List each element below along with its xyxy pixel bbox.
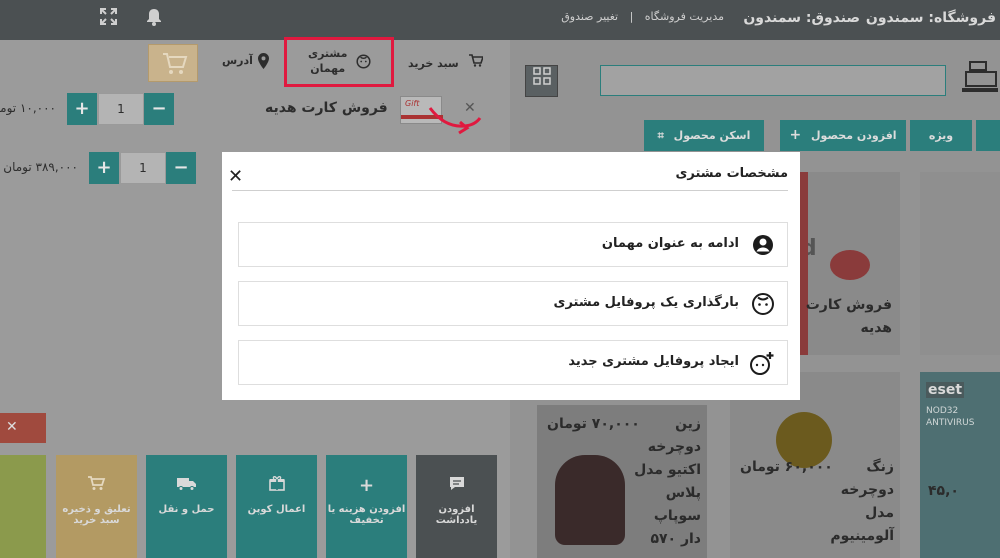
- annotation-arrow: [428, 107, 482, 135]
- brand-sub2: ANTIVIRUS: [926, 418, 975, 428]
- face-icon: [751, 292, 775, 316]
- suspend-save-label: تعلیق و ذخیره سبد خرید: [62, 504, 131, 526]
- product-search-input[interactable]: [600, 65, 946, 96]
- top-bar: فروشگاه: سمندون صندوق: سمندون مدیریت فرو…: [0, 0, 1000, 40]
- link-separator: |: [629, 10, 634, 23]
- fullscreen-icon[interactable]: [100, 8, 117, 29]
- cart-item-name: فروش کارت هدیه: [265, 100, 388, 116]
- till-label: صندوق: سمندون: [743, 10, 860, 26]
- decrease-qty-button[interactable]: −: [166, 152, 196, 184]
- add-fee-discount-button[interactable]: + افزودن هزینه یا تخفیف: [326, 455, 407, 558]
- qr-icon: [532, 67, 551, 89]
- shipping-label: حمل و نقل: [158, 504, 215, 515]
- manage-store-link[interactable]: مدیریت فروشگاه: [645, 10, 724, 23]
- user-icon: [751, 233, 775, 257]
- add-fee-discount-label: افزودن هزینه یا تخفیف: [327, 504, 406, 526]
- suspend-save-cart-button[interactable]: تعلیق و ذخیره سبد خرید: [56, 455, 137, 558]
- product-tile[interactable]: eset NOD32 ANTIVIRUS ۴۵,۰: [920, 372, 1000, 558]
- special-tab-label: ویژه: [928, 129, 954, 142]
- product-price: ۶۰,۰۰۰ تومان: [740, 459, 833, 475]
- product-title: زنگ دوچرخه مدل آلومینیوم: [830, 459, 894, 544]
- decrease-qty-button[interactable]: −: [144, 93, 174, 125]
- apply-coupon-button[interactable]: اعمال کوپن: [236, 455, 317, 558]
- modal-divider: [232, 190, 788, 191]
- brand-sub1: NOD32: [926, 406, 959, 416]
- load-customer-profile-option[interactable]: بارگذاری یک پروفایل مشتری: [238, 281, 788, 326]
- apply-coupon-label: اعمال کوپن: [247, 504, 306, 515]
- customer-details-modal: مشخصات مشتری ✕ ادامه به عنوان مهمان بارگ…: [222, 152, 800, 400]
- plus-icon: +: [358, 475, 375, 496]
- cart-icon: [465, 54, 484, 70]
- change-till-link[interactable]: تغییر صندوق: [561, 10, 618, 23]
- continue-as-guest-option[interactable]: ادامه به عنوان مهمان: [238, 222, 788, 267]
- scan-tab-icon: ⌗: [657, 129, 664, 142]
- product-tile[interactable]: ۷۰,۰۰۰ تومان زین دوچرخه اکتیو مدل پلاس س…: [537, 405, 707, 558]
- cart-button-large[interactable]: [148, 44, 198, 82]
- partial-action-button[interactable]: [0, 455, 46, 558]
- address-tab[interactable]: آدرس: [222, 54, 253, 67]
- tab-add-product[interactable]: افزودن محصول +: [780, 120, 906, 151]
- brand-logo: eset: [926, 382, 965, 398]
- register-icon: [960, 58, 1000, 98]
- truck-icon: [146, 475, 227, 496]
- barcode-scan-button[interactable]: [525, 65, 558, 97]
- gift-thumb-text: Gift: [405, 99, 420, 108]
- bell-icon[interactable]: [146, 8, 162, 30]
- add-note-label: افزودن یادداشت: [435, 504, 478, 526]
- bow-image: [830, 250, 870, 280]
- customer-highlight-box: [284, 37, 394, 87]
- product-price: ۴۵,۰: [928, 483, 959, 499]
- plus-icon: +: [789, 127, 802, 143]
- qty-field[interactable]: 1: [98, 93, 144, 125]
- increase-qty-button[interactable]: +: [89, 152, 119, 184]
- store-label: فروشگاه: سمندون: [865, 10, 996, 26]
- close-icon[interactable]: ✕: [228, 166, 243, 187]
- product-title: زین دوچرخه اکتیو مدل پلاس سوپاپ دار ۵۷۰: [634, 416, 701, 547]
- load-customer-profile-label: بارگذاری یک پروفایل مشتری: [553, 295, 739, 310]
- top-links: مدیریت فروشگاه | تغییر صندوق: [557, 10, 728, 23]
- qty-field[interactable]: 1: [120, 152, 166, 184]
- location-pin-icon: [258, 53, 269, 73]
- shipping-button[interactable]: حمل و نقل: [146, 455, 227, 558]
- address-tab-label: آدرس: [222, 54, 253, 67]
- clear-cart-button[interactable]: ✕: [0, 413, 46, 443]
- cart-tab[interactable]: سبد خرید: [408, 54, 484, 70]
- modal-title: مشخصات مشتری: [675, 166, 788, 181]
- gift-icon: [236, 475, 317, 496]
- tab-scan-product[interactable]: اسکن محصول ⌗: [644, 120, 764, 151]
- cart-alert-icon: [56, 475, 137, 496]
- product-price: ۷۰,۰۰۰ تومان: [547, 416, 640, 432]
- increase-qty-button[interactable]: +: [67, 93, 97, 125]
- continue-as-guest-label: ادامه به عنوان مهمان: [601, 236, 739, 251]
- close-icon: ✕: [6, 419, 18, 435]
- create-customer-profile-option[interactable]: ایجاد پروفایل مشتری جدید: [238, 340, 788, 385]
- scan-tab-label: اسکن محصول: [673, 129, 751, 142]
- comment-icon: [416, 475, 497, 496]
- add-product-tab-label: افزودن محصول: [811, 129, 897, 142]
- cart-tab-label: سبد خرید: [408, 57, 459, 70]
- create-customer-profile-label: ایجاد پروفایل مشتری جدید: [568, 354, 739, 369]
- add-face-icon: [750, 351, 775, 375]
- item-price: ۳۸۹,۰۰۰ تومان: [3, 160, 78, 174]
- item-price: ۱۰,۰۰۰ تومان: [0, 101, 56, 115]
- add-note-button[interactable]: افزودن یادداشت: [416, 455, 497, 558]
- tab-partial[interactable]: [976, 120, 1000, 151]
- tab-special[interactable]: ویژه: [910, 120, 972, 151]
- product-tile[interactable]: [920, 172, 1000, 355]
